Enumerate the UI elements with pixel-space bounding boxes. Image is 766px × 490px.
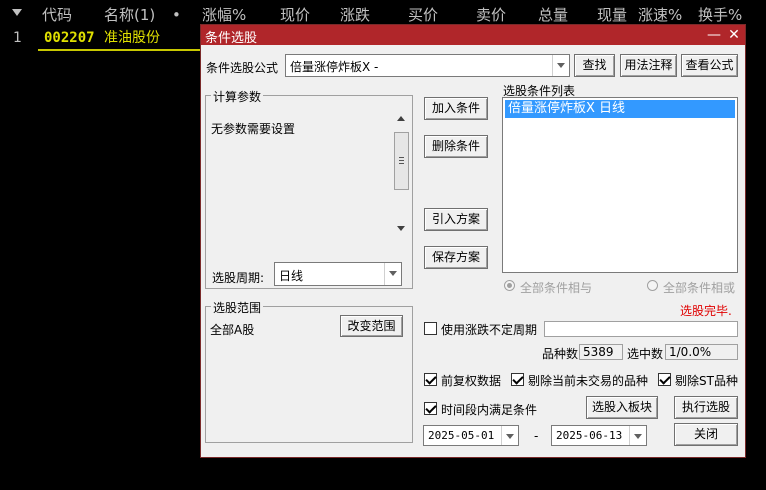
unfixed-period-input[interactable] <box>544 321 738 337</box>
selected-label: 选中数 <box>627 347 664 361</box>
use-unfixed-period-label: 使用涨跌不定周期 <box>441 323 538 337</box>
col-bid[interactable]: 买价 <box>408 4 438 26</box>
period-value: 日线 <box>279 269 304 283</box>
range-value: 全部A股 <box>210 323 255 337</box>
save-scheme-button[interactable]: 保存方案 <box>424 246 488 269</box>
sort-arrow-icon[interactable] <box>12 9 22 16</box>
view-formula-button[interactable]: 查看公式 <box>681 54 738 77</box>
add-to-sector-button[interactable]: 选股入板块 <box>586 396 658 419</box>
execute-screen-button[interactable]: 执行选股 <box>674 396 738 419</box>
col-change[interactable]: 涨跌 <box>340 4 370 26</box>
dialog-title: 条件选股 <box>205 31 258 46</box>
period-select[interactable]: 日线 <box>274 262 402 286</box>
minimize-icon[interactable]: — <box>705 26 723 44</box>
count-label: 品种数 <box>542 347 579 361</box>
params-text: 无参数需要设置 <box>211 122 296 136</box>
row-name: 准油股份 <box>104 30 160 46</box>
status-text: 选股完毕. <box>680 304 732 318</box>
remove-st-label: 剔除ST品种 <box>675 374 738 388</box>
col-name[interactable]: 名称(1) <box>104 4 155 26</box>
stock-screener-dialog: 条件选股 — ✕ 条件选股公式 倍量涨停炸板X - 查找 用法注释 查看公式 计… <box>200 24 746 458</box>
period-label: 选股周期: <box>212 271 265 285</box>
remove-untraded-label: 剔除当前未交易的品种 <box>528 374 649 388</box>
col-ask[interactable]: 卖价 <box>476 4 506 26</box>
close-icon[interactable]: ✕ <box>725 26 743 44</box>
scroll-thumb[interactable] <box>394 132 409 190</box>
chevron-down-icon[interactable] <box>501 426 518 445</box>
date-from-value: 2025-05-01 <box>428 429 495 442</box>
col-dot[interactable]: • <box>172 4 181 26</box>
params-scrollbar[interactable] <box>394 112 409 236</box>
formula-select[interactable]: 倍量涨停炸板X - <box>285 54 570 77</box>
col-cur-volume[interactable]: 现量 <box>597 4 627 26</box>
date-separator: - <box>534 429 539 443</box>
restore-rights-checkbox[interactable] <box>424 373 437 386</box>
radio-all-and[interactable] <box>504 280 515 291</box>
scroll-down-icon[interactable] <box>397 226 405 231</box>
restore-rights-label: 前复权数据 <box>441 374 502 388</box>
params-group: 计算参数 无参数需要设置 选股周期: 日线 <box>205 88 413 289</box>
radio-all-or-label: 全部条件相或 <box>663 281 736 295</box>
time-range-checkbox[interactable] <box>424 402 437 415</box>
delete-condition-button[interactable]: 删除条件 <box>424 135 488 158</box>
col-volume[interactable]: 总量 <box>538 4 568 26</box>
chevron-down-icon[interactable] <box>384 263 401 285</box>
col-speed[interactable]: 涨速% <box>638 4 682 26</box>
range-group: 选股范围 全部A股 改变范围 <box>205 299 413 443</box>
params-group-title: 计算参数 <box>211 88 264 105</box>
formula-label: 条件选股公式 <box>206 61 279 75</box>
remove-st-checkbox[interactable] <box>658 373 671 386</box>
find-button[interactable]: 查找 <box>574 54 615 77</box>
col-code[interactable]: 代码 <box>42 4 72 26</box>
condition-list[interactable]: 倍量涨停炸板X 日线 <box>502 97 738 273</box>
selected-value: 1/0.0% <box>665 344 738 360</box>
remove-untraded-checkbox[interactable] <box>511 373 524 386</box>
list-item[interactable]: 倍量涨停炸板X 日线 <box>505 100 735 118</box>
range-group-title: 选股范围 <box>211 299 264 316</box>
close-button[interactable]: 关闭 <box>674 423 738 446</box>
scroll-up-icon[interactable] <box>397 116 405 121</box>
time-range-label: 时间段内满足条件 <box>441 403 538 417</box>
date-to-picker[interactable]: 2025-06-13 <box>551 425 647 446</box>
count-value: 5389 <box>579 344 623 360</box>
import-scheme-button[interactable]: 引入方案 <box>424 208 488 231</box>
change-range-button[interactable]: 改变范围 <box>340 315 403 337</box>
radio-all-and-label: 全部条件相与 <box>520 281 593 295</box>
formula-value: 倍量涨停炸板X - <box>290 60 379 74</box>
date-from-picker[interactable]: 2025-05-01 <box>423 425 519 446</box>
col-change-pct[interactable]: 涨幅% <box>202 4 246 26</box>
date-to-value: 2025-06-13 <box>556 429 623 442</box>
radio-all-or[interactable] <box>647 280 658 291</box>
add-condition-button[interactable]: 加入条件 <box>424 97 488 120</box>
usage-notes-button[interactable]: 用法注释 <box>620 54 677 77</box>
chevron-down-icon[interactable] <box>552 55 569 76</box>
col-turnover[interactable]: 换手% <box>698 4 742 26</box>
row-code: 002207 <box>44 30 95 46</box>
dialog-title-bar[interactable]: 条件选股 — ✕ <box>201 25 745 46</box>
chevron-down-icon[interactable] <box>629 426 646 445</box>
use-unfixed-period-checkbox[interactable] <box>424 322 437 335</box>
col-price[interactable]: 现价 <box>280 4 310 26</box>
row-index: 1 <box>13 30 22 46</box>
